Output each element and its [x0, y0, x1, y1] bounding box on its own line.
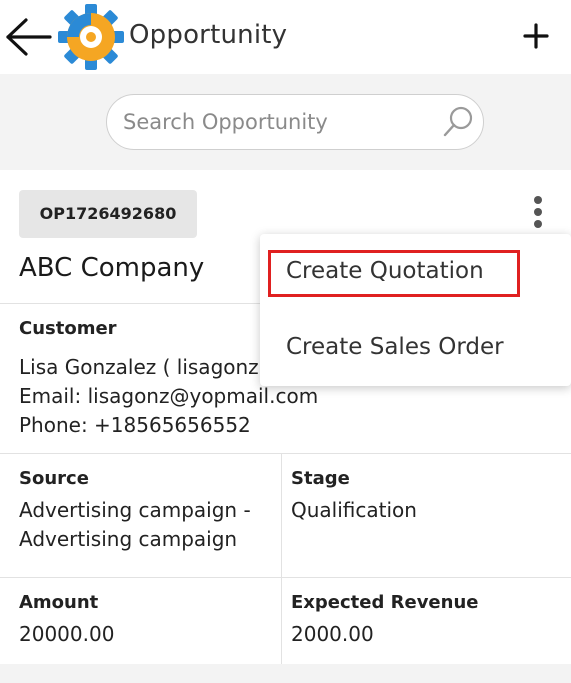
column-divider: [281, 577, 282, 664]
customer-label: Customer: [19, 318, 117, 339]
search-bar-area: [0, 74, 571, 170]
customer-name: Lisa Gonzalez ( lisagonz: [19, 355, 259, 379]
expected-revenue-label: Expected Revenue: [291, 592, 479, 613]
stage-label: Stage: [291, 468, 350, 489]
customer-phone: Phone: +18565656552: [19, 413, 251, 437]
app-header: Opportunity: [0, 0, 571, 74]
highlight-box: [268, 250, 520, 297]
source-value-line1: Advertising campaign -: [19, 498, 251, 522]
divider: [0, 577, 571, 578]
search-icon[interactable]: [441, 105, 475, 139]
source-value-line2: Advertising campaign: [19, 527, 238, 551]
amount-label: Amount: [19, 592, 99, 613]
search-input[interactable]: [123, 107, 423, 137]
gear-logo-icon: [58, 4, 124, 70]
bottom-band: [0, 664, 571, 683]
divider: [0, 453, 571, 454]
amount-value: 20000.00: [19, 622, 115, 646]
plus-icon[interactable]: [520, 20, 552, 52]
arrow-left-icon[interactable]: [4, 16, 54, 58]
opportunity-id-badge: OP1726492680: [19, 190, 197, 238]
menu-item-create-sales-order[interactable]: Create Sales Order: [286, 334, 504, 360]
expected-revenue-value: 2000.00: [291, 622, 374, 646]
more-options-icon[interactable]: [526, 194, 550, 234]
source-label: Source: [19, 468, 89, 489]
company-name: ABC Company: [19, 253, 205, 283]
customer-email: Email: lisagonz@yopmail.com: [19, 384, 319, 408]
search-box[interactable]: [106, 94, 484, 150]
column-divider: [281, 453, 282, 577]
stage-value: Qualification: [291, 498, 417, 522]
page-title: Opportunity: [129, 20, 288, 50]
